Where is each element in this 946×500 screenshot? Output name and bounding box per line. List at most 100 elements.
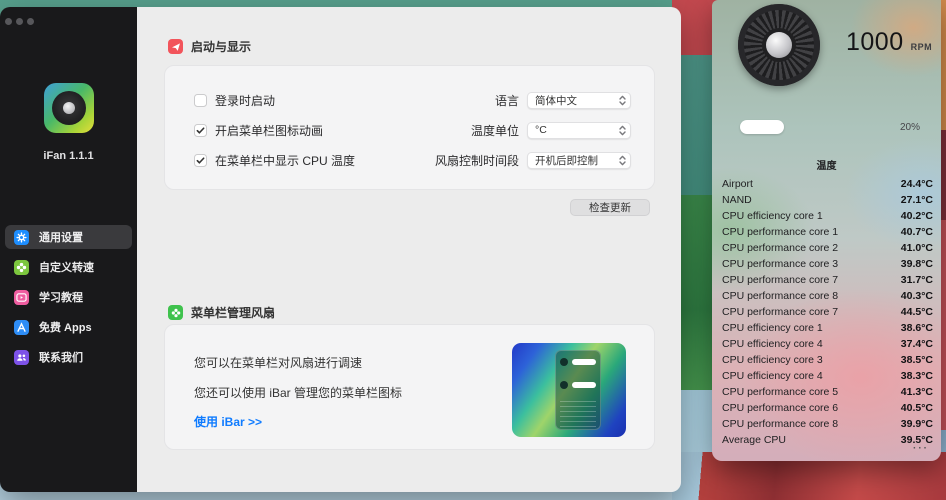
settings-content: 启动与显示 登录时启动 开启菜单栏图标动画 (137, 7, 681, 492)
fan-icon (738, 4, 820, 86)
checkbox[interactable] (194, 94, 207, 107)
checkbox-row: 开启菜单栏图标动画 (194, 115, 355, 145)
sensor-value: 40.7°C (901, 226, 933, 238)
temperature-row: CPU performance core 3 39.8°C (722, 256, 933, 272)
temperature-row: CPU performance core 5 41.3°C (722, 384, 933, 400)
pinwheel-icon (168, 305, 183, 320)
section-menubar-header: 菜单栏管理风扇 (168, 304, 275, 321)
temperature-row: Average CPU 39.5°C (722, 432, 933, 448)
sensor-value: 31.7°C (901, 274, 933, 286)
sensor-name: CPU performance core 7 (722, 306, 838, 318)
sidebar-item-label: 自定义转速 (39, 259, 94, 275)
app-logo-icon (44, 83, 94, 133)
sidebar-item[interactable]: 通用设置 (5, 225, 132, 249)
sidebar-item[interactable]: 免费 Apps (5, 315, 132, 339)
more-ellipsis[interactable]: ··· (913, 443, 929, 454)
sensor-name: CPU performance core 2 (722, 242, 838, 254)
section-menubar-title: 菜单栏管理风扇 (191, 304, 275, 321)
select-value: 开机后即控制 (535, 153, 598, 168)
sidebar-item-icon (14, 350, 29, 365)
sensor-name: CPU efficiency core 1 (722, 210, 823, 222)
sensor-name: Airport (722, 178, 753, 190)
fan-menubar-panel: 1000 RPM 20% 温度 Airport 24.4°C NAND 27.1… (712, 0, 941, 461)
check-update-button[interactable]: 检查更新 (570, 199, 650, 216)
checkbox-column: 登录时启动 开启菜单栏图标动画 在菜单栏中显示 CPU 温度 (194, 85, 355, 175)
fan-percent: 20% (900, 122, 920, 133)
minimize-icon[interactable] (16, 18, 23, 25)
checkbox-row: 登录时启动 (194, 85, 355, 115)
select-row: 风扇控制时间段 开机后即控制 (435, 145, 631, 175)
section-launch-title: 启动与显示 (191, 38, 251, 55)
temperature-row: CPU performance core 8 39.9°C (722, 416, 933, 432)
sensor-name: Average CPU (722, 434, 786, 446)
select-column: 语言 简体中文 温度单位 °C (435, 85, 631, 175)
sidebar-menu: 通用设置 (5, 225, 132, 375)
temperature-row: CPU efficiency core 4 38.3°C (722, 368, 933, 384)
temperature-row: CPU performance core 8 40.3°C (722, 288, 933, 304)
app-logo-fan-icon (52, 91, 86, 125)
temperature-row: CPU efficiency core 3 38.5°C (722, 352, 933, 368)
sidebar-item-icon (14, 320, 29, 335)
sensor-value: 41.0°C (901, 242, 933, 254)
sensor-name: CPU performance core 6 (722, 402, 838, 414)
temperature-row: CPU performance core 2 41.0°C (722, 240, 933, 256)
temperature-row: Airport 24.4°C (722, 176, 933, 192)
temperature-row: NAND 27.1°C (722, 192, 933, 208)
checkbox[interactable] (194, 124, 207, 137)
sensor-name: CPU performance core 8 (722, 290, 838, 302)
rpm-value: 1000 (846, 28, 904, 57)
temperature-row: CPU performance core 7 31.7°C (722, 272, 933, 288)
select-row: 语言 简体中文 (435, 85, 631, 115)
sidebar-item-label: 通用设置 (39, 229, 83, 245)
temperature-list: Airport 24.4°C NAND 27.1°C CPU efficienc… (722, 176, 933, 448)
dropdown-select[interactable]: °C (527, 122, 631, 139)
ifan-settings-window: iFan 1.1.1 (0, 7, 681, 492)
ibar-link[interactable]: 使用 iBar >> (194, 413, 262, 430)
temperature-row: CPU performance core 6 40.5°C (722, 400, 933, 416)
fan-speed-slider[interactable] (740, 120, 784, 134)
sensor-value: 44.5°C (901, 306, 933, 318)
checkbox-label: 登录时启动 (215, 92, 275, 109)
rpm-unit: RPM (911, 42, 933, 52)
sensor-name: CPU performance core 1 (722, 226, 838, 238)
screen: iFan 1.1.1 (0, 0, 946, 500)
dropdown-select[interactable]: 开机后即控制 (527, 152, 631, 169)
sidebar-item[interactable]: 学习教程 (5, 285, 132, 309)
sidebar-item-label: 联系我们 (39, 349, 83, 365)
launch-settings-card: 登录时启动 开启菜单栏图标动画 在菜单栏中显示 CPU 温度 (164, 65, 655, 190)
sensor-name: CPU performance core 3 (722, 258, 838, 270)
checkbox-label: 在菜单栏中显示 CPU 温度 (215, 152, 355, 169)
checkbox-row: 在菜单栏中显示 CPU 温度 (194, 145, 355, 175)
sidebar-item[interactable]: 联系我们 (5, 345, 132, 369)
sidebar-item[interactable]: 自定义转速 (5, 255, 132, 279)
sensor-value: 24.4°C (901, 178, 933, 190)
checkbox[interactable] (194, 154, 207, 167)
sensor-value: 38.3°C (901, 370, 933, 382)
temperature-row: CPU efficiency core 1 38.6°C (722, 320, 933, 336)
up-down-chevrons-icon (619, 125, 626, 136)
sensor-value: 39.9°C (901, 418, 933, 430)
select-row: 温度单位 °C (435, 115, 631, 145)
close-icon[interactable] (5, 18, 12, 25)
traffic-lights (5, 18, 34, 25)
section-launch-header: 启动与显示 (168, 38, 251, 55)
up-down-chevrons-icon (619, 155, 626, 166)
sensor-value: 40.3°C (901, 290, 933, 302)
sensor-value: 37.4°C (901, 338, 933, 350)
select-label: 风扇控制时间段 (435, 152, 519, 169)
sensor-name: CPU performance core 7 (722, 274, 838, 286)
sensor-value: 27.1°C (901, 194, 933, 206)
sensor-value: 39.8°C (901, 258, 933, 270)
temperature-row: CPU efficiency core 1 40.2°C (722, 208, 933, 224)
sensor-name: CPU efficiency core 4 (722, 370, 823, 382)
dropdown-select[interactable]: 简体中文 (527, 92, 631, 109)
sidebar: iFan 1.1.1 (0, 7, 137, 492)
select-value: 简体中文 (535, 93, 577, 108)
select-value: °C (535, 124, 547, 136)
temperature-row: CPU efficiency core 4 37.4°C (722, 336, 933, 352)
temperature-title: 温度 (712, 157, 941, 172)
zoom-icon[interactable] (27, 18, 34, 25)
menubar-info-line2: 您还可以使用 iBar 管理您的菜单栏图标 (194, 384, 402, 401)
sensor-name: CPU performance core 8 (722, 418, 838, 430)
sensor-value: 38.6°C (901, 322, 933, 334)
